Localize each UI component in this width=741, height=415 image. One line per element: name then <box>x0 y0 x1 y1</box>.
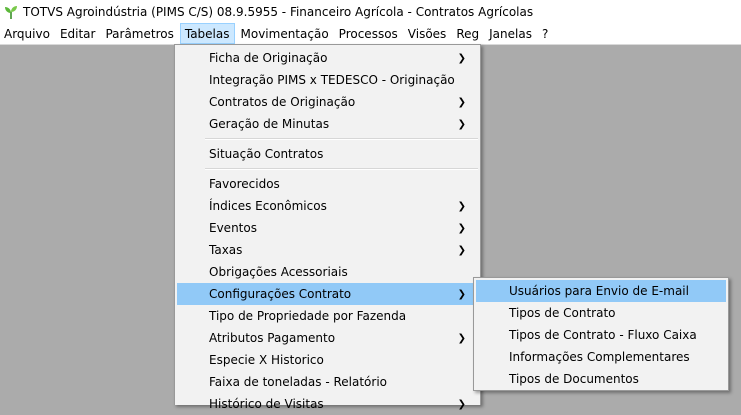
menu-item-contratos-de-originacao[interactable]: Contratos de Originação ❯ <box>177 91 478 113</box>
submenu-item-tipos-de-documentos[interactable]: Tipos de Documentos <box>476 368 726 390</box>
menu-item-label: Eventos <box>209 221 257 235</box>
menu-item-label: Histórico de Visitas <box>209 397 324 411</box>
chevron-right-icon: ❯ <box>457 52 466 64</box>
menu-item-label: Tipo de Propriedade por Fazenda <box>209 309 407 323</box>
title-bar: TOTVS Agroindústria (PIMS C/S) 08.9.5955… <box>0 0 741 23</box>
submenu-item-informacoes-complementares[interactable]: Informações Complementares <box>476 346 726 368</box>
menu-processos[interactable]: Processos <box>335 23 402 44</box>
menu-item-label: Usuários para Envio de E-mail <box>509 284 689 298</box>
menu-item-label: Integração PIMS x TEDESCO - Originação <box>209 73 455 87</box>
chevron-right-icon: ❯ <box>457 288 466 300</box>
menu-item-integracao-pims-tedesco[interactable]: Integração PIMS x TEDESCO - Originação <box>177 69 478 91</box>
menu-editar[interactable]: Editar <box>56 23 100 44</box>
menu-item-label: Taxas <box>209 243 243 257</box>
menu-item-label: Favorecidos <box>209 177 280 191</box>
menu-janelas[interactable]: Janelas <box>485 23 536 44</box>
chevron-right-icon: ❯ <box>457 332 466 344</box>
menu-item-favorecidos[interactable]: Favorecidos <box>177 173 478 195</box>
menu-separator <box>205 138 478 140</box>
menu-tabelas[interactable]: Tabelas <box>179 23 235 44</box>
chevron-right-icon: ❯ <box>457 398 466 410</box>
menu-item-label: Tipos de Contrato <box>509 306 616 320</box>
menu-item-geracao-de-minutas[interactable]: Geração de Minutas ❯ <box>177 113 478 135</box>
menu-item-atributos-pagamento[interactable]: Atributos Pagamento ❯ <box>177 327 478 349</box>
menu-item-label: Tipos de Contrato - Fluxo Caixa <box>509 328 697 342</box>
tabelas-dropdown-menu: Ficha de Originação ❯ Integração PIMS x … <box>174 44 481 411</box>
menu-item-indices-economicos[interactable]: Índices Econômicos ❯ <box>177 195 478 217</box>
menu-item-label: Faixa de toneladas - Relatório <box>209 375 388 389</box>
chevron-right-icon: ❯ <box>457 222 466 234</box>
menu-item-label: Índices Econômicos <box>209 199 327 213</box>
menu-movimentacao[interactable]: Movimentação <box>237 23 333 44</box>
menu-item-label: Especie X Historico <box>209 353 324 367</box>
menu-item-historico-de-visitas[interactable]: Histórico de Visitas ❯ <box>177 393 478 415</box>
menu-item-label: Contratos de Originação <box>209 95 356 109</box>
submenu-item-tipos-de-contrato[interactable]: Tipos de Contrato <box>476 302 726 324</box>
window-title: TOTVS Agroindústria (PIMS C/S) 08.9.5955… <box>23 4 534 19</box>
menu-item-ficha-de-originacao[interactable]: Ficha de Originação ❯ <box>177 47 478 69</box>
menu-item-label: Geração de Minutas <box>209 117 330 131</box>
menu-item-label: Tipos de Documentos <box>509 372 639 386</box>
configuracoes-contrato-submenu: Usuários para Envio de E-mail Tipos de C… <box>473 277 729 391</box>
menu-item-configuracoes-contrato[interactable]: Configurações Contrato ❯ <box>177 283 478 305</box>
menu-item-taxas[interactable]: Taxas ❯ <box>177 239 478 261</box>
menu-item-obrigacoes-acessoriais[interactable]: Obrigações Acessoriais <box>177 261 478 283</box>
chevron-right-icon: ❯ <box>457 96 466 108</box>
menu-item-eventos[interactable]: Eventos ❯ <box>177 217 478 239</box>
submenu-item-usuarios-envio-email[interactable]: Usuários para Envio de E-mail <box>476 280 726 302</box>
menu-item-label: Situação Contratos <box>209 147 324 161</box>
menu-help[interactable]: ? <box>538 23 552 44</box>
sprout-icon <box>5 5 17 19</box>
menu-parametros[interactable]: Parâmetros <box>101 23 177 44</box>
menu-item-label: Informações Complementares <box>509 350 690 364</box>
menu-item-label: Atributos Pagamento <box>209 331 336 345</box>
chevron-right-icon: ❯ <box>457 118 466 130</box>
menu-reg[interactable]: Reg <box>452 23 483 44</box>
menu-separator <box>205 168 478 170</box>
menu-item-label: Configurações Contrato <box>209 287 352 301</box>
menu-item-situacao-contratos[interactable]: Situação Contratos <box>177 143 478 165</box>
menu-item-faixa-de-toneladas-relatorio[interactable]: Faixa de toneladas - Relatório <box>177 371 478 393</box>
menu-visoes[interactable]: Visões <box>404 23 451 44</box>
menu-item-label: Obrigações Acessoriais <box>209 265 348 279</box>
chevron-right-icon: ❯ <box>457 200 466 212</box>
menu-item-label: Ficha de Originação <box>209 51 328 65</box>
chevron-right-icon: ❯ <box>457 244 466 256</box>
menu-item-tipo-de-propriedade-por-fazenda[interactable]: Tipo de Propriedade por Fazenda <box>177 305 478 327</box>
submenu-item-tipos-de-contrato-fluxo-caixa[interactable]: Tipos de Contrato - Fluxo Caixa <box>476 324 726 346</box>
menu-item-especie-x-historico[interactable]: Especie X Historico <box>177 349 478 371</box>
menu-arquivo[interactable]: Arquivo <box>0 23 54 44</box>
menu-bar: Arquivo Editar Parâmetros Tabelas Movime… <box>0 23 741 45</box>
